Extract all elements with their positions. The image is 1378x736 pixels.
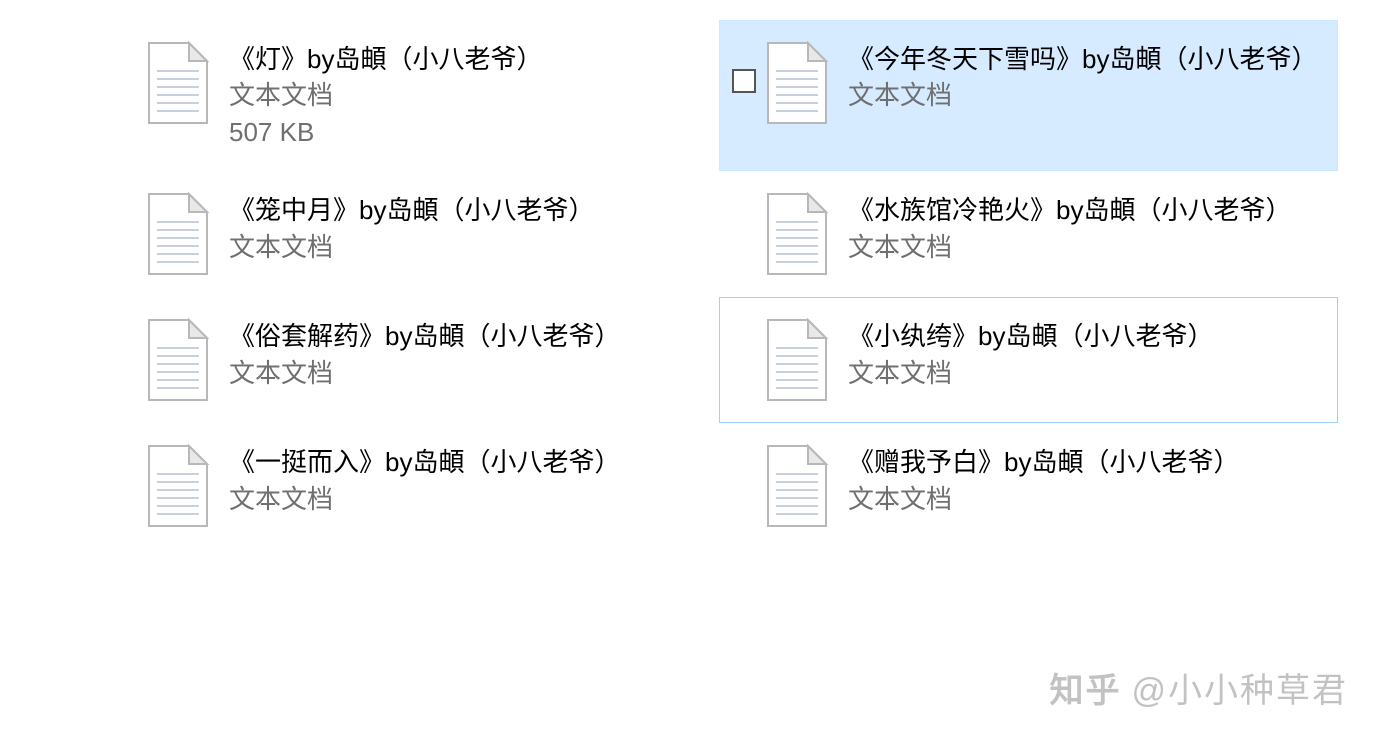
file-type: 文本文档 (229, 355, 708, 391)
text-file-icon (145, 41, 211, 125)
checkbox-slot (730, 218, 758, 246)
file-info: 《俗套解药》by岛頔（小八老爷）文本文档 (229, 318, 708, 391)
file-checkbox[interactable] (732, 69, 756, 93)
text-file-icon (764, 192, 830, 276)
file-item[interactable]: 《小纨绔》by岛頔（小八老爷）文本文档 (719, 297, 1338, 423)
file-name: 《灯》by岛頔（小八老爷） (229, 41, 708, 77)
file-name: 《赠我予白》by岛頔（小八老爷） (848, 444, 1327, 480)
file-item[interactable]: 《灯》by岛頔（小八老爷）文本文档507 KB (100, 20, 719, 171)
file-info: 《一挺而入》by岛頔（小八老爷）文本文档 (229, 444, 708, 517)
file-item[interactable]: 《一挺而入》by岛頔（小八老爷）文本文档 (100, 423, 719, 549)
file-item[interactable]: 《水族馆冷艳火》by岛頔（小八老爷）文本文档 (719, 171, 1338, 297)
file-item[interactable]: 《赠我予白》by岛頔（小八老爷）文本文档 (719, 423, 1338, 549)
checkbox-slot (111, 470, 139, 498)
text-file-icon (764, 318, 830, 402)
checkbox-slot (730, 67, 758, 95)
file-info: 《赠我予白》by岛頔（小八老爷）文本文档 (848, 444, 1327, 517)
checkbox-slot (730, 470, 758, 498)
file-info: 《笼中月》by岛頔（小八老爷）文本文档 (229, 192, 708, 265)
file-type: 文本文档 (848, 481, 1327, 517)
text-file-icon (145, 318, 211, 402)
file-size: 507 KB (229, 114, 708, 150)
watermark-text: @小小种草君 (1131, 663, 1348, 712)
file-type: 文本文档 (848, 229, 1327, 265)
text-file-icon (764, 444, 830, 528)
file-type: 文本文档 (229, 481, 708, 517)
file-type: 文本文档 (848, 77, 1327, 113)
file-name: 《水族馆冷艳火》by岛頔（小八老爷） (848, 192, 1327, 228)
checkbox-slot (111, 218, 139, 246)
file-info: 《今年冬天下雪吗》by岛頔（小八老爷）文本文档 (848, 41, 1327, 114)
file-name: 《笼中月》by岛頔（小八老爷） (229, 192, 708, 228)
text-file-icon (145, 192, 211, 276)
checkbox-slot (111, 344, 139, 372)
text-file-icon (145, 444, 211, 528)
file-info: 《小纨绔》by岛頔（小八老爷）文本文档 (848, 318, 1327, 391)
file-name: 《今年冬天下雪吗》by岛頔（小八老爷） (848, 41, 1327, 77)
file-name: 《俗套解药》by岛頔（小八老爷） (229, 318, 708, 354)
file-info: 《灯》by岛頔（小八老爷）文本文档507 KB (229, 41, 708, 150)
file-type: 文本文档 (848, 355, 1327, 391)
file-item[interactable]: 《俗套解药》by岛頔（小八老爷）文本文档 (100, 297, 719, 423)
file-name: 《一挺而入》by岛頔（小八老爷） (229, 444, 708, 480)
file-type: 文本文档 (229, 229, 708, 265)
text-file-icon (764, 41, 830, 125)
file-info: 《水族馆冷艳火》by岛頔（小八老爷）文本文档 (848, 192, 1327, 265)
file-type: 文本文档 (229, 77, 708, 113)
watermark: 知乎 @小小种草君 (1049, 663, 1348, 712)
file-item[interactable]: 《笼中月》by岛頔（小八老爷）文本文档 (100, 171, 719, 297)
file-item[interactable]: 《今年冬天下雪吗》by岛頔（小八老爷）文本文档 (719, 20, 1338, 171)
file-name: 《小纨绔》by岛頔（小八老爷） (848, 318, 1327, 354)
checkbox-slot (730, 344, 758, 372)
checkbox-slot (111, 67, 139, 95)
watermark-logo: 知乎 (1049, 663, 1121, 712)
